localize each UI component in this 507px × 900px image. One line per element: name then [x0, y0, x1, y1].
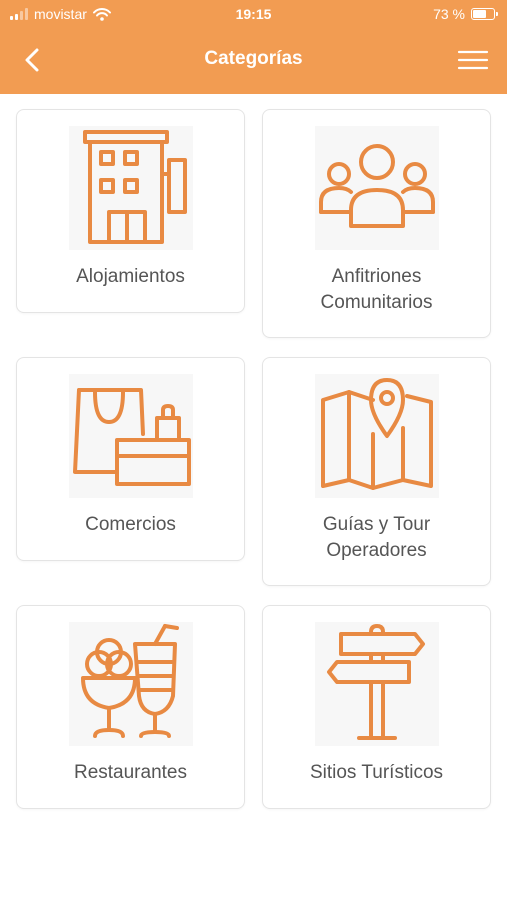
category-card-guias-tour-operadores[interactable]: Guías y Tour Operadores	[262, 357, 491, 586]
hamburger-menu-icon	[457, 50, 489, 70]
category-card-comercios[interactable]: Comercios	[16, 357, 245, 561]
hotel-building-icon	[82, 130, 187, 244]
status-bar: movistar 19:15 73 %	[0, 0, 507, 30]
category-label: Alojamientos	[76, 266, 185, 287]
navigation-bar: Categorías	[0, 30, 507, 90]
category-card-sitios-turisticos[interactable]: Sitios Turísticos	[262, 605, 491, 809]
signpost-icon	[326, 624, 425, 740]
map-pin-icon	[320, 378, 433, 490]
clock: 19:15	[235, 6, 272, 22]
battery-percent: 73 %	[433, 6, 465, 22]
top-bar: movistar 19:15 73 % Categorías	[0, 0, 507, 94]
shopping-bags-icon	[72, 388, 191, 486]
category-label: Comercios	[85, 514, 176, 535]
page-title: Categorías	[204, 48, 303, 69]
category-label: Anfitriones Comunitarios	[320, 266, 433, 313]
category-card-alojamientos[interactable]: Alojamientos	[16, 109, 245, 313]
battery-icon	[471, 8, 498, 20]
people-group-icon	[318, 144, 435, 228]
category-label: Guías y Tour Operadores	[322, 514, 431, 561]
category-card-anfitriones-comunitarios[interactable]: Anfitriones Comunitarios	[262, 109, 491, 338]
ice-cream-drink-icon	[80, 624, 179, 738]
menu-button[interactable]	[457, 48, 489, 72]
category-card-restaurantes[interactable]: Restaurantes	[16, 605, 245, 809]
category-label: Sitios Turísticos	[309, 762, 444, 783]
category-label: Restaurantes	[73, 762, 187, 783]
